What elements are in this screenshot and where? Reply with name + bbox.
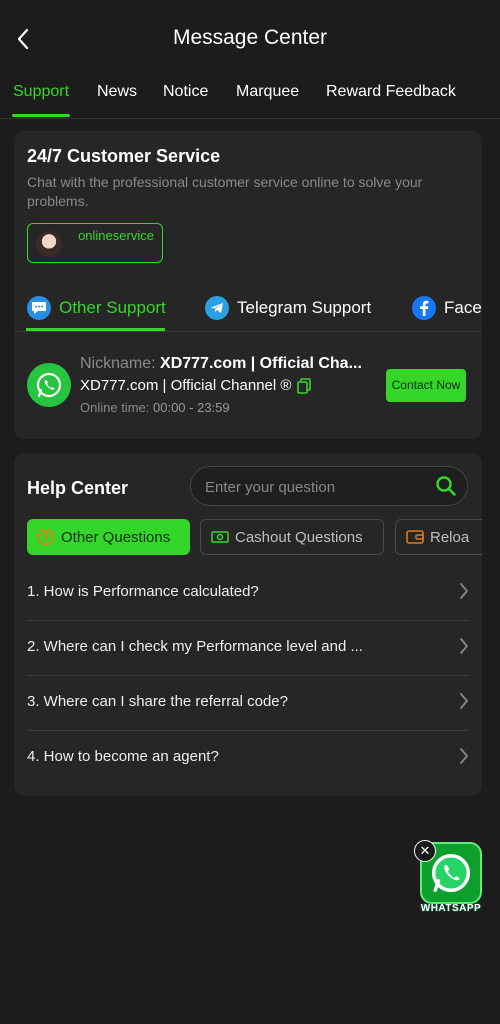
tab-reload-questions[interactable]: Reloa — [395, 519, 482, 555]
online-service-button[interactable]: onlineservice — [27, 223, 163, 263]
tab-reload-questions-label: Reloa — [430, 528, 470, 546]
faq-list: 1. How is Performance calculated? 2. Whe… — [14, 566, 482, 785]
tab-support[interactable]: Support — [13, 83, 69, 101]
whatsapp-icon — [27, 363, 71, 407]
faq-item[interactable]: 1. How is Performance calculated? — [27, 566, 469, 621]
question-tabs: Other Questions Cashout Questions Reloa — [14, 519, 482, 557]
customer-service-card: 24/7 Customer Service Chat with the prof… — [14, 131, 482, 439]
chevron-right-icon — [459, 637, 469, 660]
faq-question: 1. How is Performance calculated? — [27, 583, 259, 600]
active-tab-indicator — [12, 114, 70, 117]
tab-notice[interactable]: Notice — [163, 83, 208, 101]
tab-marquee[interactable]: Marquee — [236, 83, 299, 101]
nickname: Nickname: XD777.com | Official Cha... — [80, 355, 380, 373]
tab-facebook-support[interactable]: Facel — [412, 291, 482, 325]
tab-news[interactable]: News — [97, 83, 137, 101]
faq-item[interactable]: 2. Where can I check my Performance leve… — [27, 621, 469, 676]
whatsapp-label: WHATSAPP — [420, 903, 482, 914]
online-service-label: onlineservice — [78, 228, 154, 243]
search-icon[interactable] — [435, 475, 457, 502]
customer-service-title: 24/7 Customer Service — [27, 146, 221, 166]
question-mark-icon — [37, 528, 55, 546]
tab-telegram-support[interactable]: Telegram Support — [205, 291, 371, 325]
faq-item[interactable]: 3. Where can I share the referral code? — [27, 676, 469, 731]
page-title: Message Center — [172, 26, 328, 49]
copy-icon[interactable] — [297, 377, 312, 394]
help-center-title: Help Center — [27, 478, 129, 498]
tab-other-support[interactable]: Other Support — [27, 291, 166, 325]
tab-facebook-support-label: Facel — [444, 298, 482, 317]
faq-question: 4. How to become an agent? — [27, 748, 219, 765]
online-time-label: Online time: — [80, 400, 150, 415]
contact-now-button[interactable]: Contact Now — [386, 369, 466, 402]
online-time-value: 00:00 - 23:59 — [153, 400, 230, 415]
search-box[interactable] — [190, 466, 468, 506]
support-tab-indicator — [26, 328, 165, 331]
cash-icon — [211, 528, 229, 546]
customer-service-description: Chat with the professional customer serv… — [27, 174, 423, 209]
floating-whatsapp-button[interactable]: ✕ WHATSAPP — [414, 840, 488, 918]
search-input[interactable] — [203, 475, 427, 499]
header: Message Center — [0, 0, 500, 78]
wallet-icon — [406, 528, 424, 546]
facebook-icon — [412, 296, 436, 320]
tab-reward-feedback[interactable]: Reward Feedback — [326, 83, 456, 101]
tab-cashout-questions-label: Cashout Questions — [235, 528, 363, 546]
nickname-value: XD777.com | Official Cha... — [160, 355, 362, 372]
tab-cashout-questions[interactable]: Cashout Questions — [200, 519, 384, 555]
faq-question: 2. Where can I check my Performance leve… — [27, 638, 363, 655]
channel-item: Nickname: XD777.com | Official Cha... XD… — [14, 353, 482, 423]
channel-name: XD777.com | Official Channel ® — [80, 377, 312, 394]
support-tabs: Other Support Telegram Support Facel — [14, 291, 482, 332]
avatar — [36, 231, 62, 257]
telegram-icon — [205, 296, 229, 320]
chat-bubble-icon — [27, 296, 51, 320]
top-tabs: Support News Notice Marquee Reward Feedb… — [0, 78, 500, 119]
chevron-right-icon — [459, 747, 469, 770]
tab-telegram-support-label: Telegram Support — [237, 298, 372, 317]
faq-question: 3. Where can I share the referral code? — [27, 693, 288, 710]
tab-other-support-label: Other Support — [59, 298, 166, 317]
close-icon[interactable]: ✕ — [414, 840, 436, 862]
channel-name-text: XD777.com | Official Channel ® — [80, 377, 292, 394]
tab-other-questions[interactable]: Other Questions — [27, 519, 190, 555]
help-center-card: Help Center Other Questions Cashout Ques… — [14, 453, 482, 796]
faq-item[interactable]: 4. How to become an agent? — [27, 731, 469, 785]
chevron-right-icon — [459, 692, 469, 715]
chevron-right-icon — [459, 582, 469, 605]
nickname-label: Nickname: — [80, 355, 156, 372]
tab-other-questions-label: Other Questions — [61, 528, 171, 546]
online-time: Online time: 00:00 - 23:59 — [80, 400, 230, 415]
